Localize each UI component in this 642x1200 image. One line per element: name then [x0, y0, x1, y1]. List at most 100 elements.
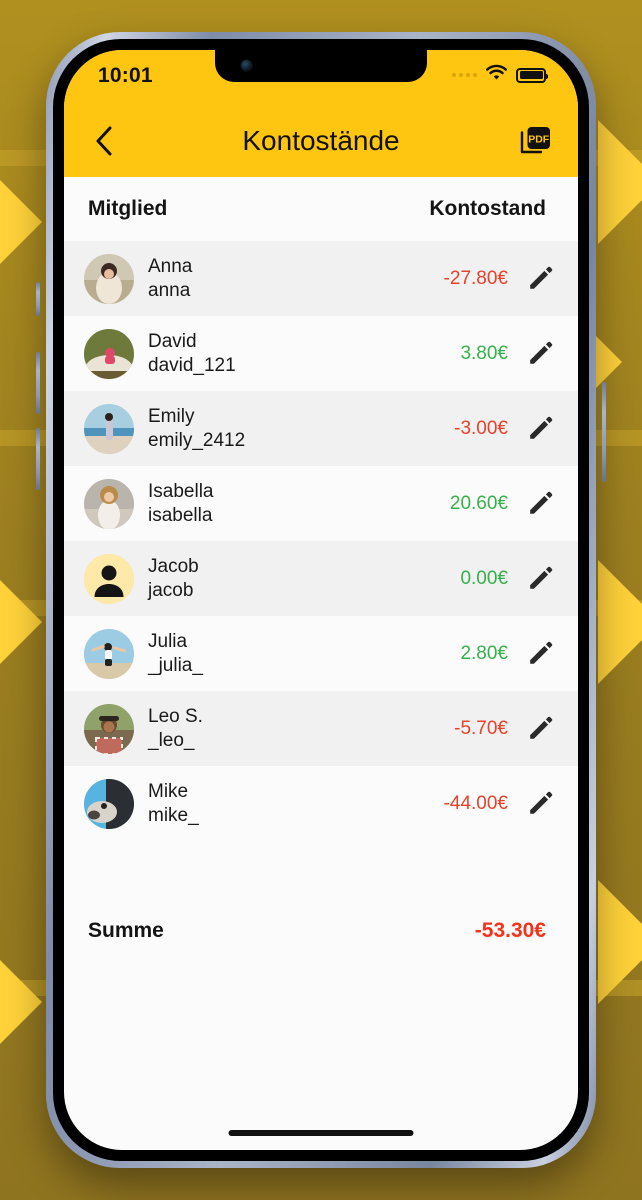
table-row[interactable]: Emily emily_2412 -3.00€: [64, 391, 578, 466]
pdf-export-icon: PDF: [520, 126, 550, 153]
member-names: Anna anna: [148, 255, 444, 301]
edit-balance-button[interactable]: [524, 263, 556, 295]
background-chevron: [0, 560, 42, 684]
pencil-icon: [530, 566, 553, 589]
member-balance-list: Anna anna -27.80€ David david_121 3.80€ Emily e…: [64, 241, 578, 841]
table-row[interactable]: David david_121 3.80€: [64, 316, 578, 391]
table-row[interactable]: Mike mike_ -44.00€: [64, 766, 578, 841]
member-names: Leo S. _leo_: [148, 705, 454, 751]
member-names: Isabella isabella: [148, 480, 450, 526]
balance-value: -27.80€: [443, 267, 508, 289]
chevron-left-icon: [96, 126, 112, 155]
member-username: emily_2412: [148, 429, 246, 451]
svg-text:PDF: PDF: [528, 133, 550, 145]
table-header-row: Mitglied Kontostand: [64, 177, 578, 241]
pdf-export-button[interactable]: PDF: [516, 121, 556, 161]
pencil-icon: [530, 341, 553, 364]
summary-value: -53.30€: [474, 919, 546, 942]
table-row[interactable]: Anna anna -27.80€: [64, 241, 578, 316]
avatar: [84, 703, 134, 754]
balance-value: -3.00€: [454, 417, 508, 439]
summary-row: Summe -53.30€: [64, 896, 578, 966]
summary-label: Summe: [88, 919, 164, 942]
balance-value: 3.80€: [460, 342, 508, 364]
navigation-bar: Kontostände PDF: [64, 104, 578, 177]
avatar: [84, 628, 134, 679]
avatar: [84, 553, 134, 604]
status-bar: 10:01: [64, 50, 578, 104]
table-row[interactable]: Jacob jacob 0.00€: [64, 541, 578, 616]
column-header-member: Mitglied: [88, 197, 168, 220]
display-notch: [215, 50, 427, 82]
pencil-icon: [530, 641, 553, 664]
balance-value: 20.60€: [449, 492, 508, 514]
wifi-icon: [485, 64, 508, 86]
member-username: isabella: [148, 504, 213, 526]
table-row[interactable]: Leo S. _leo_ -5.70€: [64, 691, 578, 766]
pencil-icon: [530, 266, 553, 289]
balance-value: -44.00€: [443, 792, 508, 814]
edit-balance-button[interactable]: [524, 788, 556, 820]
member-name: Emily: [148, 406, 195, 428]
phone-frame: 10:01 Kontostände PDF Mitglied Kontostan…: [36, 32, 606, 1168]
balance-value: 2.80€: [460, 642, 508, 664]
page-title: Kontostände: [242, 124, 400, 156]
power-button[interactable]: [602, 382, 606, 482]
avatar: [84, 478, 134, 529]
pencil-icon: [530, 791, 553, 814]
pencil-icon: [530, 716, 553, 739]
member-names: Mike mike_: [148, 780, 444, 826]
avatar: [84, 253, 134, 304]
member-name: Julia: [148, 631, 188, 653]
member-names: Jacob jacob: [148, 555, 460, 601]
edit-balance-button[interactable]: [524, 413, 556, 445]
member-name: David: [148, 331, 197, 353]
table-row[interactable]: Isabella isabella 20.60€: [64, 466, 578, 541]
edit-balance-button[interactable]: [524, 563, 556, 595]
member-names: Emily emily_2412: [148, 405, 454, 451]
balance-value: 0.00€: [460, 567, 508, 589]
member-username: david_121: [148, 354, 236, 376]
member-name: Jacob: [148, 556, 199, 578]
member-names: David david_121: [148, 330, 460, 376]
background-chevron: [598, 560, 642, 684]
member-username: jacob: [148, 579, 194, 601]
member-name: Isabella: [148, 481, 214, 503]
edit-balance-button[interactable]: [524, 713, 556, 745]
background-chevron: [598, 880, 642, 1004]
edit-balance-button[interactable]: [524, 638, 556, 670]
member-username: _leo_: [148, 729, 195, 751]
member-username: mike_: [148, 804, 199, 826]
avatar: [84, 328, 134, 379]
column-header-balance: Kontostand: [429, 197, 546, 220]
member-name: Leo S.: [148, 706, 203, 728]
edit-balance-button[interactable]: [524, 338, 556, 370]
avatar: [84, 778, 134, 829]
mute-switch[interactable]: [36, 282, 40, 316]
background-chevron: [598, 120, 642, 244]
avatar: [84, 403, 134, 454]
back-button[interactable]: [84, 121, 124, 161]
home-indicator[interactable]: [228, 1130, 414, 1136]
member-name: Anna: [148, 256, 193, 278]
edit-balance-button[interactable]: [524, 488, 556, 520]
battery-full-icon: [516, 67, 548, 83]
signal-dots-icon: [452, 73, 477, 77]
pencil-icon: [530, 416, 553, 439]
balance-value: -5.70€: [454, 717, 508, 739]
member-name: Mike: [148, 781, 189, 803]
status-clock: 10:01: [98, 64, 153, 87]
volume-down-button[interactable]: [36, 428, 40, 490]
phone-bezel: 10:01 Kontostände PDF Mitglied Kontostan…: [53, 39, 589, 1161]
pencil-icon: [530, 491, 553, 514]
member-username: anna: [148, 279, 191, 301]
member-username: _julia_: [148, 654, 203, 676]
volume-up-button[interactable]: [36, 352, 40, 414]
member-names: Julia _julia_: [148, 630, 460, 676]
phone-screen: 10:01 Kontostände PDF Mitglied Kontostan…: [64, 50, 578, 1150]
status-indicators: [452, 64, 548, 86]
background-chevron: [0, 940, 42, 1064]
background-chevron: [0, 160, 42, 284]
table-row[interactable]: Julia _julia_ 2.80€: [64, 616, 578, 691]
front-camera-icon: [241, 60, 252, 71]
